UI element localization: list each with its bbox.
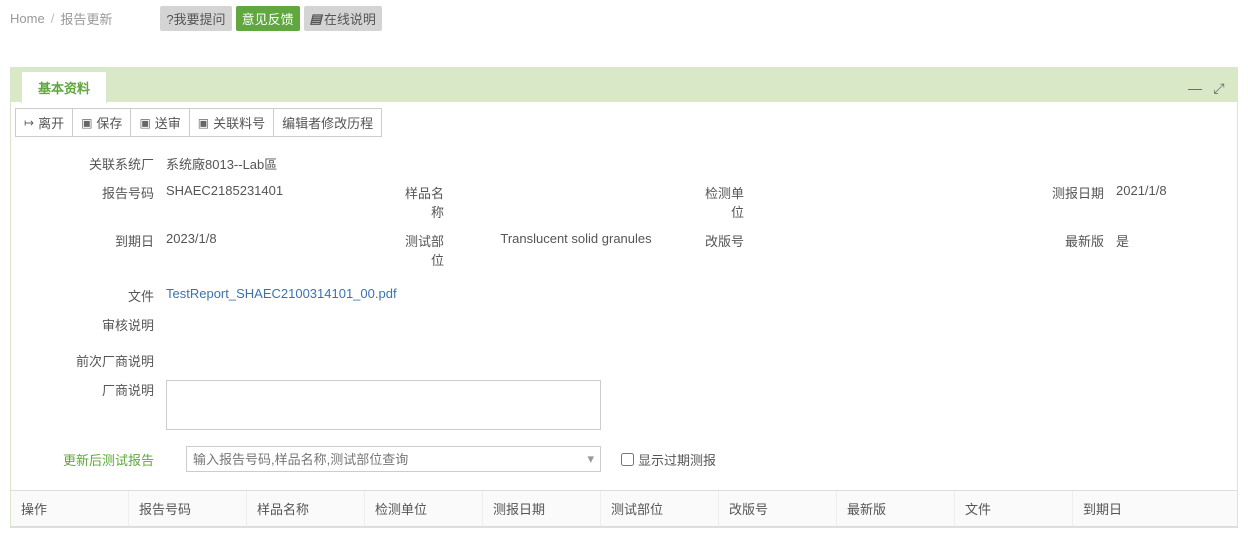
panel-header: 基本资料 — ⤢ (11, 68, 1237, 102)
tab-basic-info[interactable]: 基本资料 (21, 71, 107, 103)
results-grid: 操作 报告号码 样品名称 检测单位 测报日期 测试部位 改版号 最新版 文件 到… (11, 490, 1237, 527)
col-op[interactable]: 操作 (11, 491, 129, 526)
online-help-label: 在线说明 (324, 9, 376, 28)
link-part-label: 关联料号 (213, 113, 265, 132)
col-revision[interactable]: 改版号 (719, 491, 837, 526)
fullscreen-icon[interactable]: ⤢ (1211, 80, 1227, 96)
label-vendor-note: 厂商说明 (11, 380, 166, 399)
label-prev-vendor-note: 前次厂商说明 (11, 351, 166, 370)
row-prev-vendor-note: 前次厂商说明 (11, 339, 1237, 375)
label-audit-note: 审核说明 (11, 315, 166, 334)
label-test-part: 测试部位 (396, 231, 456, 269)
col-sample-name[interactable]: 样品名称 (247, 491, 365, 526)
toolbar: ↦ 离开 ▣ 保存 ▣ 送审 ▣ 关联料号 编辑者修改历程 (11, 102, 1237, 143)
link-icon: ▣ (198, 116, 209, 130)
save-label: 保存 (96, 113, 122, 132)
ask-question-button[interactable]: ?我要提问 (160, 6, 231, 31)
col-expire-date[interactable]: 到期日 (1073, 491, 1237, 526)
col-report-no[interactable]: 报告号码 (129, 491, 247, 526)
label-latest: 最新版 (916, 231, 1116, 250)
submit-button[interactable]: ▣ 送审 (130, 108, 189, 137)
vendor-note-input[interactable] (166, 380, 601, 430)
top-buttons: ?我要提问 意见反馈 ▤在线说明 (160, 6, 382, 31)
value-expire-date: 2023/1/8 (166, 231, 396, 246)
value-test-part: Translucent solid granules (456, 231, 696, 246)
submit-icon: ▣ (139, 116, 150, 130)
leave-button[interactable]: ↦ 离开 (15, 108, 73, 137)
main-panel: 基本资料 — ⤢ ↦ 离开 ▣ 保存 ▣ 送审 ▣ 关联料号 编辑者修改历程 关联系统厂… (10, 67, 1238, 528)
label-linked-factory: 关联系统厂 (11, 154, 166, 173)
value-latest: 是 (1116, 231, 1236, 250)
file-link[interactable]: TestReport_SHAEC2100314101_00.pdf (166, 286, 397, 301)
breadcrumb-home[interactable]: Home (10, 11, 45, 26)
book-icon: ▤ (310, 11, 322, 27)
row-update-report: 更新后测试报告 ▾ 显示过期测报 (11, 438, 1237, 480)
show-expired-label: 显示过期测报 (638, 450, 716, 469)
value-linked-factory: 系统廠8013--Lab區 (166, 154, 396, 173)
row-vendor-note: 厂商说明 (11, 375, 1237, 438)
breadcrumb-separator: / (51, 11, 55, 26)
row-audit-note: 审核说明 (11, 310, 1237, 339)
minimize-icon[interactable]: — (1187, 80, 1203, 96)
label-detect-unit: 检测单位 (696, 183, 756, 221)
top-bar: Home / 报告更新 ?我要提问 意见反馈 ▤在线说明 (0, 0, 1248, 37)
vendor-note-wrap (166, 380, 601, 433)
label-revision: 改版号 (696, 231, 756, 250)
col-latest[interactable]: 最新版 (837, 491, 955, 526)
breadcrumb: Home / 报告更新 (10, 9, 112, 28)
label-expire-date: 到期日 (11, 231, 166, 250)
grid-header-row: 操作 报告号码 样品名称 检测单位 测报日期 测试部位 改版号 最新版 文件 到… (11, 491, 1237, 527)
edit-history-button[interactable]: 编辑者修改历程 (273, 108, 382, 137)
row-linked-factory: 关联系统厂 系统廠8013--Lab區 (11, 149, 1237, 178)
online-help-button[interactable]: ▤在线说明 (304, 6, 382, 31)
show-expired-checkbox[interactable] (621, 453, 634, 466)
feedback-button[interactable]: 意见反馈 (236, 6, 300, 31)
label-report-no: 报告号码 (11, 183, 166, 202)
submit-label: 送审 (155, 113, 181, 132)
panel-controls: — ⤢ (1187, 80, 1227, 102)
chevron-down-icon[interactable]: ▾ (587, 451, 594, 467)
save-button[interactable]: ▣ 保存 (72, 108, 131, 137)
save-icon: ▣ (81, 116, 92, 130)
label-file: 文件 (11, 286, 166, 305)
value-report-date: 2021/1/8 (1116, 183, 1236, 198)
leave-label: 离开 (38, 113, 64, 132)
label-report-date: 测报日期 (916, 183, 1116, 202)
show-expired-wrap[interactable]: 显示过期测报 (621, 450, 716, 469)
report-search-combo[interactable]: ▾ (186, 446, 601, 472)
label-sample-name: 样品名称 (396, 183, 456, 221)
col-report-date[interactable]: 测报日期 (483, 491, 601, 526)
exit-icon: ↦ (24, 116, 34, 130)
col-detect-unit[interactable]: 检测单位 (365, 491, 483, 526)
row-file: 文件 TestReport_SHAEC2100314101_00.pdf (11, 274, 1237, 310)
value-report-no: SHAEC2185231401 (166, 183, 396, 198)
breadcrumb-current: 报告更新 (60, 9, 112, 28)
col-file[interactable]: 文件 (955, 491, 1073, 526)
col-test-part[interactable]: 测试部位 (601, 491, 719, 526)
update-report-link[interactable]: 更新后测试报告 (11, 450, 166, 469)
row-report-no: 报告号码 SHAEC2185231401 样品名称 检测单位 测报日期 2021… (11, 178, 1237, 226)
link-part-button[interactable]: ▣ 关联料号 (189, 108, 274, 137)
report-search-input[interactable] (193, 452, 587, 467)
form-area: 关联系统厂 系统廠8013--Lab區 报告号码 SHAEC2185231401… (11, 143, 1237, 490)
row-expire-date: 到期日 2023/1/8 测试部位 Translucent solid gran… (11, 226, 1237, 274)
